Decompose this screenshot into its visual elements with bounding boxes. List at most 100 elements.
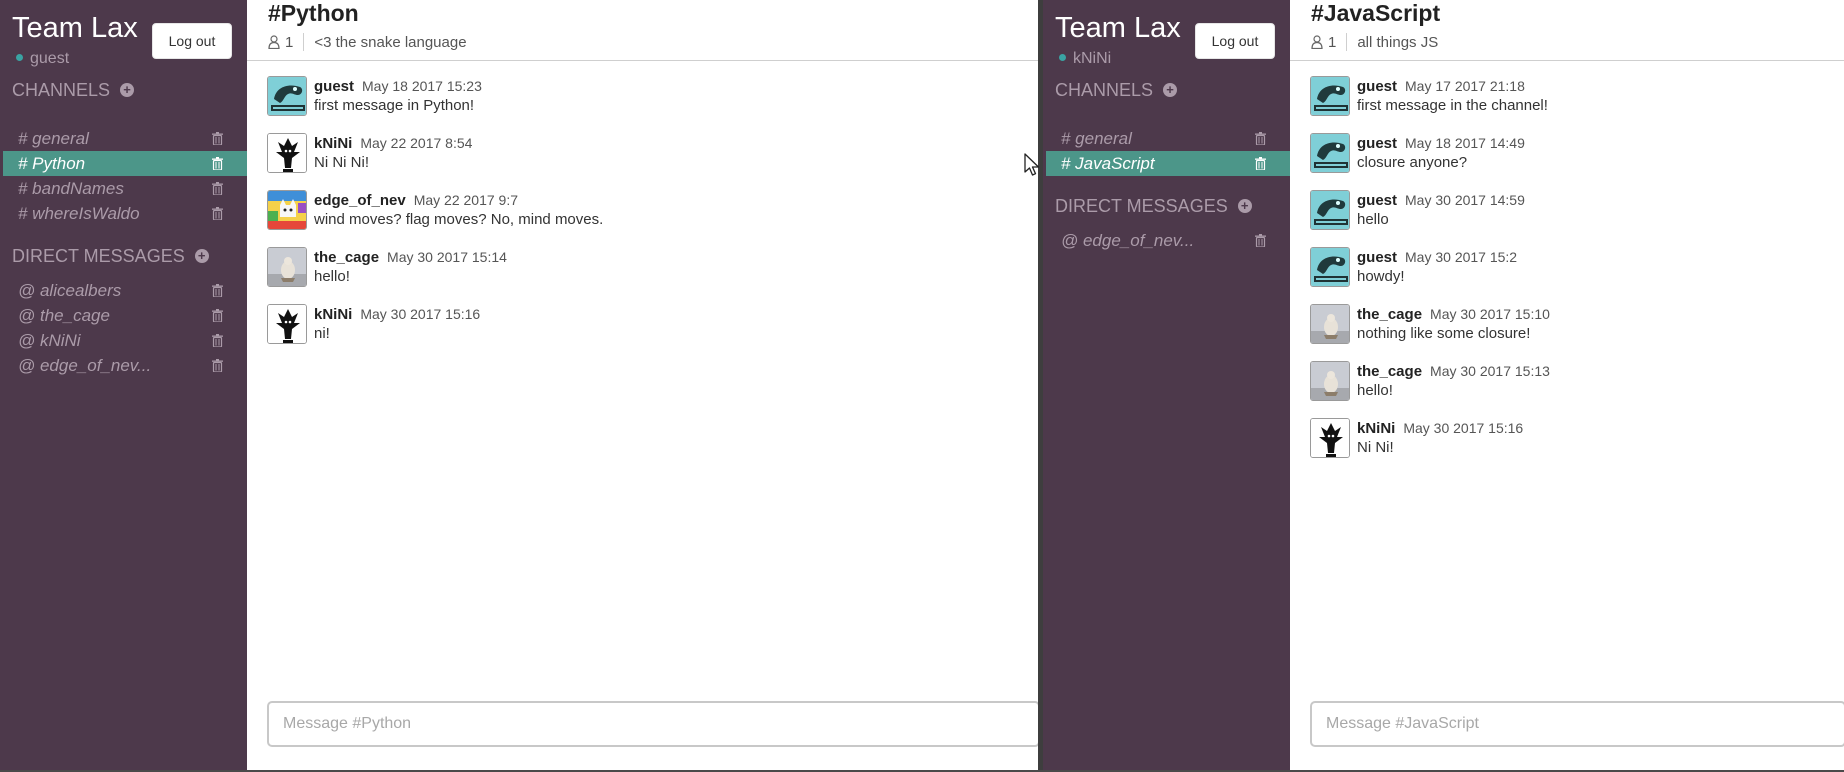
message-header: the_cage May 30 2017 15:13: [1357, 363, 1550, 380]
dm-label: @ edge_of_nev...: [18, 356, 152, 375]
ni-tree-avatar-image: [268, 134, 306, 172]
channel-topic: all things JS: [1357, 33, 1439, 51]
add-channel-icon[interactable]: +: [120, 83, 135, 97]
online-status-icon: [1059, 54, 1066, 61]
message-author[interactable]: kNiNi: [314, 306, 352, 323]
user-icon: [268, 35, 280, 49]
message-timestamp: May 30 2017 15:16: [360, 306, 481, 322]
message-author[interactable]: guest: [1357, 78, 1397, 95]
trash-icon[interactable]: [1255, 132, 1266, 145]
message-input[interactable]: [1310, 701, 1844, 747]
sidebar-item-channel[interactable]: # bandNames: [0, 176, 247, 201]
sidebar-item-channel-active[interactable]: # JavaScript: [1046, 151, 1290, 176]
sidebar-item-dm[interactable]: @ the_cage: [0, 303, 247, 328]
message-text: first message in Python!: [314, 97, 475, 114]
avatar: [1310, 76, 1350, 116]
avatar: [1310, 361, 1350, 401]
avatar: [1310, 247, 1350, 287]
message-timestamp: May 30 2017 15:10: [1430, 306, 1550, 322]
sidebar-item-channel[interactable]: # general: [1043, 126, 1290, 151]
message-item: guest May 30 2017 15:2 howdy!: [1310, 247, 1844, 304]
trash-icon[interactable]: [212, 207, 223, 220]
message-author[interactable]: the_cage: [1357, 306, 1422, 323]
logout-button[interactable]: Log out: [1195, 23, 1275, 59]
trash-icon[interactable]: [212, 334, 223, 347]
add-dm-icon[interactable]: +: [1237, 199, 1252, 213]
philosoraptor-avatar-image: [268, 77, 306, 115]
message-item: guest May 18 2017 14:49 closure anyone?: [1310, 133, 1844, 190]
member-count: 1: [1328, 33, 1337, 51]
trash-icon[interactable]: [212, 157, 223, 170]
message-header: the_cage May 30 2017 15:10: [1357, 306, 1550, 323]
dm-label: @ alicealbers: [18, 281, 122, 300]
chat-main: #JavaScript 1 all things JS guest May 17 …: [1290, 0, 1844, 770]
message-author[interactable]: guest: [1357, 135, 1397, 152]
message-author[interactable]: kNiNi: [314, 135, 352, 152]
message-timestamp: May 18 2017 15:23: [362, 78, 482, 94]
message-input[interactable]: [267, 701, 1038, 747]
channels-header: CHANNELS +: [1055, 80, 1178, 101]
mouse-pointer-icon: [1024, 153, 1040, 176]
dm-label: @ edge_of_nev...: [1061, 231, 1195, 250]
direct-messages-header: DIRECT MESSAGES +: [12, 246, 209, 267]
message-author[interactable]: guest: [314, 78, 354, 95]
sidebar-item-dm[interactable]: @ alicealbers: [0, 278, 247, 303]
message-text: wind moves? flag moves? No, mind moves.: [314, 211, 604, 228]
message-header: edge_of_nev May 22 2017 9:7: [314, 192, 518, 209]
message-item: kNiNi May 30 2017 15:16 ni!: [267, 304, 1038, 361]
message-item: the_cage May 30 2017 15:10 nothing like s…: [1310, 304, 1844, 361]
trash-icon[interactable]: [212, 359, 223, 372]
avatar: [267, 304, 307, 344]
message-header: guest May 17 2017 21:18: [1357, 78, 1525, 95]
add-dm-icon[interactable]: +: [194, 249, 209, 263]
channel-title: #JavaScript: [1311, 0, 1441, 26]
avatar: [1310, 190, 1350, 230]
online-status-icon: [16, 54, 23, 61]
channel-title: #Python: [268, 0, 359, 26]
divider: [1346, 33, 1348, 51]
trash-icon[interactable]: [212, 132, 223, 145]
username-label: guest: [30, 50, 70, 67]
message-header: guest May 18 2017 14:49: [1357, 135, 1525, 152]
chat-window-right: Team Lax kNiNi Log out CHANNELS + # gener…: [1043, 0, 1844, 770]
sidebar-item-channel[interactable]: # general: [0, 126, 247, 151]
dm-list: @ edge_of_nev...: [1043, 228, 1290, 253]
sidebar-item-channel[interactable]: # whereIsWaldo: [0, 201, 247, 226]
message-author[interactable]: edge_of_nev: [314, 192, 406, 209]
message-item: kNiNi May 30 2017 15:16 Ni Ni!: [1310, 418, 1844, 475]
trash-icon[interactable]: [212, 182, 223, 195]
avatar: [267, 247, 307, 287]
direct-messages-header: DIRECT MESSAGES +: [1055, 196, 1252, 217]
message-text: hello!: [314, 268, 350, 285]
message-author[interactable]: the_cage: [314, 249, 379, 266]
message-header: guest May 30 2017 14:59: [1357, 192, 1525, 209]
message-text: howdy!: [1357, 268, 1405, 285]
message-text: nothing like some closure!: [1357, 325, 1531, 342]
member-count: 1: [285, 33, 294, 51]
message-author[interactable]: guest: [1357, 249, 1397, 266]
message-text: hello!: [1357, 382, 1393, 399]
trash-icon[interactable]: [1255, 157, 1266, 170]
sidebar-item-channel-active[interactable]: # Python: [3, 151, 247, 176]
channel-label: # bandNames: [18, 179, 124, 198]
message-text: Ni Ni Ni!: [314, 154, 369, 171]
message-author[interactable]: guest: [1357, 192, 1397, 209]
sidebar-item-dm[interactable]: @ kNiNi: [0, 328, 247, 353]
trash-icon[interactable]: [212, 284, 223, 297]
channel-topic: <3 the snake language: [314, 33, 467, 51]
sidebar-item-dm[interactable]: @ edge_of_nev...: [0, 353, 247, 378]
trash-icon[interactable]: [1255, 234, 1266, 247]
message-author[interactable]: kNiNi: [1357, 420, 1395, 437]
sidebar: Team Lax kNiNi Log out CHANNELS + # gener…: [1043, 0, 1290, 770]
cage-avatar-image: [1311, 305, 1349, 343]
channels-header-label: CHANNELS: [12, 80, 111, 100]
trash-icon[interactable]: [212, 309, 223, 322]
message-item: kNiNi May 22 2017 8:54 Ni Ni Ni!: [267, 133, 1038, 190]
sidebar-item-dm[interactable]: @ edge_of_nev...: [1043, 228, 1290, 253]
add-channel-icon[interactable]: +: [1163, 83, 1178, 97]
message-item: the_cage May 30 2017 15:13 hello!: [1310, 361, 1844, 418]
message-author[interactable]: the_cage: [1357, 363, 1422, 380]
message-text: closure anyone?: [1357, 154, 1468, 171]
channel-list: # general # JavaScript: [1043, 126, 1290, 176]
logout-button[interactable]: Log out: [152, 23, 232, 59]
